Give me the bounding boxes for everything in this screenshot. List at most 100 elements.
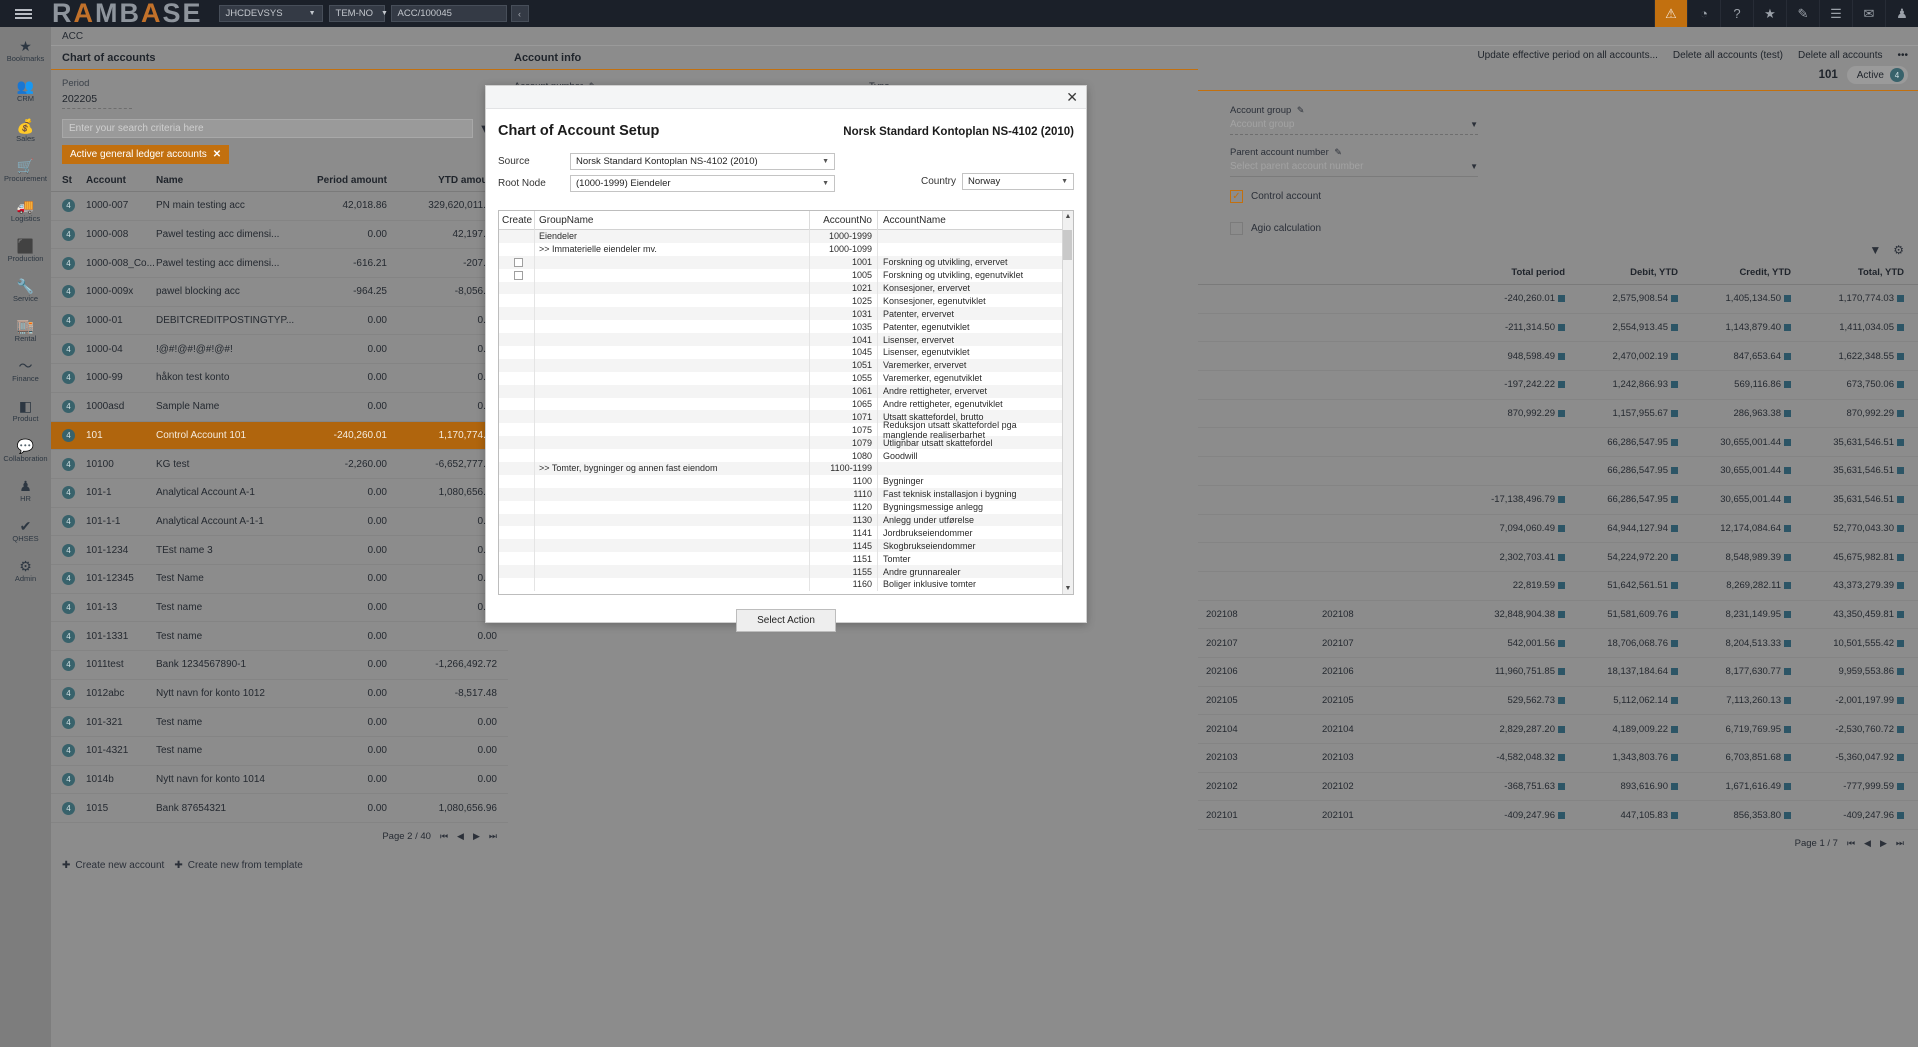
table-row[interactable]: 4101-321Test name0.000.00 <box>51 708 508 737</box>
table-row[interactable]: 1025Konsesjoner, egenutviklet <box>499 294 1062 307</box>
drilldown-icon[interactable] <box>1897 381 1904 388</box>
table-row[interactable]: 1155Andre grunnarealer <box>499 565 1062 578</box>
create-checkbox[interactable] <box>514 271 523 280</box>
cell-create[interactable] <box>499 333 535 346</box>
table-row[interactable]: 41000-04!@#!@#!@#!@#!0.000.00 <box>51 335 508 364</box>
delete-all-accounts-action[interactable]: Delete all accounts <box>1798 50 1883 61</box>
table-row[interactable]: 202107202107542,001.5618,706,068.768,204… <box>1198 629 1918 658</box>
parent-account-select[interactable]: Select parent account number ▼ <box>1230 161 1478 177</box>
cell-create[interactable] <box>499 565 535 578</box>
edit-icon[interactable]: ✎ <box>1297 105 1305 115</box>
table-row[interactable]: 4101-13Test name0.000.00 <box>51 594 508 623</box>
table-row[interactable]: 1065Andre rettigheter, egenutviklet <box>499 398 1062 411</box>
more-options-icon[interactable]: ••• <box>1897 50 1908 61</box>
drilldown-icon[interactable] <box>1897 496 1904 503</box>
search-input[interactable]: Enter your search criteria here <box>62 119 473 138</box>
drilldown-icon[interactable] <box>1897 668 1904 675</box>
drilldown-icon[interactable] <box>1784 640 1791 647</box>
pager-last-icon[interactable]: ⏭ <box>1896 838 1904 849</box>
pager-next-icon[interactable]: ▶ <box>1880 838 1887 849</box>
drilldown-icon[interactable] <box>1558 582 1565 589</box>
table-row[interactable]: 1130Anlegg under utførelse <box>499 514 1062 527</box>
table-row[interactable]: 1021Konsesjoner, ervervet <box>499 282 1062 295</box>
drilldown-icon[interactable] <box>1897 783 1904 790</box>
table-row[interactable]: 66,286,547.9530,655,001.4435,631,546.51 <box>1198 428 1918 457</box>
drilldown-icon[interactable] <box>1558 726 1565 733</box>
table-row[interactable]: 4101-1234TEst name 30.000.00 <box>51 536 508 565</box>
sidebar-item-crm[interactable]: 👥CRM <box>0 71 51 111</box>
filter-icon[interactable]: ▼ <box>1869 243 1881 257</box>
table-row[interactable]: 410100KG test-2,260.00-6,652,777.16 <box>51 450 508 479</box>
sidebar-item-qhses[interactable]: ✔QHSES <box>0 511 51 551</box>
table-row[interactable]: 41015Bank 876543210.001,080,656.96 <box>51 794 508 823</box>
table-row[interactable]: 1079Utlignbar utsatt skattefordel <box>499 436 1062 449</box>
table-row[interactable]: 4101-12345Test Name0.000.00 <box>51 565 508 594</box>
sidebar-item-production[interactable]: ⬛Production <box>0 231 51 271</box>
drilldown-icon[interactable] <box>1671 812 1678 819</box>
table-row[interactable]: 202102202102-368,751.63893,616.901,671,6… <box>1198 773 1918 802</box>
table-row[interactable]: >> Tomter, bygninger og annen fast eiend… <box>499 462 1062 475</box>
cell-create[interactable] <box>499 243 535 256</box>
drilldown-icon[interactable] <box>1558 410 1565 417</box>
country-select[interactable]: Norway ▼ <box>962 173 1074 190</box>
cell-create[interactable] <box>499 398 535 411</box>
close-icon[interactable]: ✕ <box>213 149 221 160</box>
drilldown-icon[interactable] <box>1558 525 1565 532</box>
drilldown-icon[interactable] <box>1897 697 1904 704</box>
cell-create[interactable] <box>499 539 535 552</box>
drilldown-icon[interactable] <box>1784 812 1791 819</box>
drilldown-icon[interactable] <box>1671 668 1678 675</box>
sidebar-item-hr[interactable]: ♟HR <box>0 471 51 511</box>
table-row[interactable]: 870,992.291,157,955.67286,963.38870,992.… <box>1198 400 1918 429</box>
table-row[interactable]: 1035Patenter, egenutviklet <box>499 320 1062 333</box>
table-row[interactable]: 202105202105529,562.735,112,062.147,113,… <box>1198 687 1918 716</box>
warning-icon[interactable]: ⚠ <box>1654 0 1687 27</box>
drilldown-icon[interactable] <box>1558 668 1565 675</box>
table-row[interactable]: 1005Forskning og utvikling, egenutviklet <box>499 269 1062 282</box>
sidebar-item-collaboration[interactable]: 💬Collaboration <box>0 431 51 471</box>
cell-create[interactable] <box>499 462 535 475</box>
scroll-down-icon[interactable]: ▼ <box>1065 583 1072 594</box>
table-row[interactable]: 66,286,547.9530,655,001.4435,631,546.51 <box>1198 457 1918 486</box>
sidebar-item-product[interactable]: ◧Product <box>0 391 51 431</box>
active-filter-chip[interactable]: Active general ledger accounts ✕ <box>62 145 229 164</box>
cell-create[interactable] <box>499 449 535 462</box>
drilldown-icon[interactable] <box>1558 697 1565 704</box>
drilldown-icon[interactable] <box>1784 324 1791 331</box>
table-row[interactable]: 4101-1331Test name0.000.00 <box>51 622 508 651</box>
cell-create[interactable] <box>499 475 535 488</box>
sidebar-item-sales[interactable]: 💰Sales <box>0 111 51 151</box>
table-row[interactable]: 1100Bygninger <box>499 475 1062 488</box>
drilldown-icon[interactable] <box>1897 726 1904 733</box>
drilldown-icon[interactable] <box>1897 439 1904 446</box>
drilldown-icon[interactable] <box>1558 496 1565 503</box>
table-row[interactable]: 1055Varemerker, egenutviklet <box>499 372 1062 385</box>
table-row[interactable]: 1145Skogbrukseiendommer <box>499 539 1062 552</box>
table-row[interactable]: 1045Lisenser, egenutviklet <box>499 346 1062 359</box>
table-row[interactable]: 2021042021042,829,287.204,189,009.226,71… <box>1198 715 1918 744</box>
table-row[interactable]: 22,819.5951,642,561.518,269,282.1143,373… <box>1198 572 1918 601</box>
root-node-select[interactable]: (1000-1999) Eiendeler ▼ <box>570 175 835 192</box>
table-row[interactable]: 41000-007PN main testing acc42,018.86329… <box>51 192 508 221</box>
drilldown-icon[interactable] <box>1784 353 1791 360</box>
grid-scrollbar[interactable]: ▲ ▼ <box>1062 211 1073 594</box>
drilldown-icon[interactable] <box>1784 439 1791 446</box>
drilldown-icon[interactable] <box>1784 410 1791 417</box>
drilldown-icon[interactable] <box>1558 611 1565 618</box>
system-select[interactable]: JHCDEVSYS ▼ <box>219 5 323 22</box>
control-account-row[interactable]: ✓ Control account <box>1230 190 1918 203</box>
cell-create[interactable] <box>499 410 535 423</box>
help-icon[interactable]: ? <box>1720 0 1753 27</box>
drilldown-icon[interactable] <box>1558 812 1565 819</box>
drilldown-icon[interactable] <box>1671 410 1678 417</box>
drilldown-icon[interactable] <box>1784 697 1791 704</box>
hamburger-menu-icon[interactable] <box>0 0 46 27</box>
table-row[interactable]: 1110Fast teknisk installasjon i bygning <box>499 488 1062 501</box>
period-value[interactable]: 202205 <box>62 93 132 109</box>
drilldown-icon[interactable] <box>1784 611 1791 618</box>
cell-create[interactable] <box>499 359 535 372</box>
account-ref-input[interactable]: ACC/100045 <box>391 5 507 22</box>
cell-create[interactable] <box>499 436 535 449</box>
table-row[interactable]: 4101-4321Test name0.000.00 <box>51 737 508 766</box>
table-row[interactable]: -240,260.012,575,908.541,405,134.501,170… <box>1198 285 1918 314</box>
